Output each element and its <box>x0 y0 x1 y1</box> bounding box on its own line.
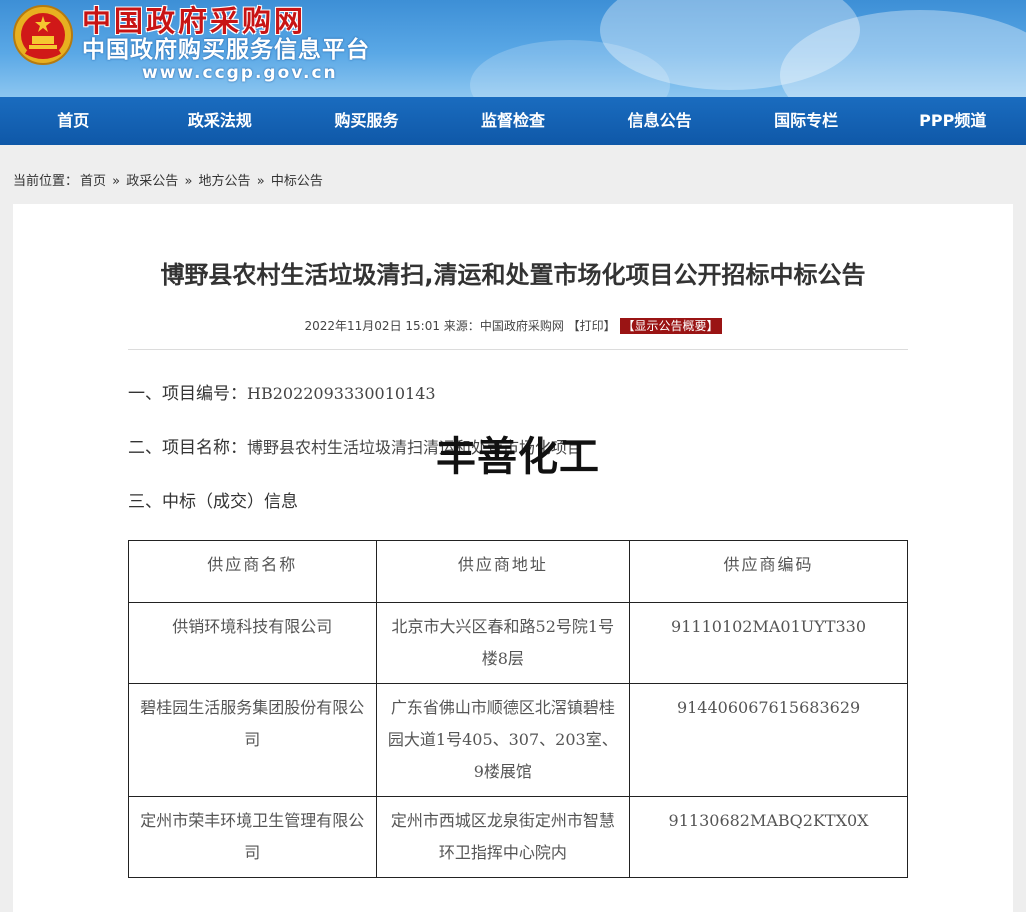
supplier-code-cell: 914406067615683629 <box>629 683 908 797</box>
project-name-label: 二、项目名称： <box>128 438 247 458</box>
table-row: 供销环境科技有限公司 北京市大兴区春和路52号院1号楼8层 91110102MA… <box>128 602 908 684</box>
site-header: 中国政府采购网 中国政府购买服务信息平台 www.ccgp.gov.cn <box>0 0 1026 97</box>
suppliers-table: 供应商名称 供应商地址 供应商编码 供销环境科技有限公司 北京市大兴区春和路52… <box>128 540 908 878</box>
supplier-address-cell: 广东省佛山市顺德区北滘镇碧桂园大道1号405、307、203室、9楼展馆 <box>375 683 631 797</box>
source-label: 来源： <box>443 319 480 333</box>
national-emblem-icon[interactable] <box>12 4 74 66</box>
breadcrumb-separator: » <box>184 174 193 189</box>
award-info-heading: 三、中标（成交）信息 <box>128 492 298 512</box>
nav-item-regulations[interactable]: 政采法规 <box>147 97 294 145</box>
table-row: 定州市荣丰环境卫生管理有限公司 定州市西城区龙泉街定州市智慧环卫指挥中心院内 9… <box>128 796 908 878</box>
supplier-name-cell: 碧桂园生活服务集团股份有限公司 <box>128 683 377 797</box>
nav-item-supervision[interactable]: 监督检查 <box>440 97 587 145</box>
project-number-row: 一、项目编号：HB2022093330010143 <box>128 383 436 405</box>
main-nav: 首页 政采法规 购买服务 监督检查 信息公告 国际专栏 PPP频道 <box>0 97 1026 145</box>
nav-item-announcements[interactable]: 信息公告 <box>586 97 733 145</box>
nav-item-purchase-services[interactable]: 购买服务 <box>293 97 440 145</box>
project-number-label: 一、项目编号： <box>128 384 247 404</box>
watermark-overlay: 丰善化工 <box>436 434 600 480</box>
breadcrumb-item-gov-announcements[interactable]: 政采公告 <box>126 174 178 189</box>
column-header-supplier-address: 供应商地址 <box>375 540 631 603</box>
supplier-address-cell: 定州市西城区龙泉街定州市智慧环卫指挥中心院内 <box>375 796 631 878</box>
nav-item-international[interactable]: 国际专栏 <box>733 97 880 145</box>
breadcrumb-label: 当前位置： <box>13 174 79 189</box>
table-header-row: 供应商名称 供应商地址 供应商编码 <box>128 540 908 603</box>
breadcrumb-item-local-announcements[interactable]: 地方公告 <box>199 174 251 189</box>
supplier-code-cell: 91110102MA01UYT330 <box>629 602 908 684</box>
article-panel: 博野县农村生活垃圾清扫,清运和处置市场化项目公开招标中标公告 2022年11月0… <box>13 204 1013 912</box>
supplier-code-cell: 91130682MABQ2KTX0X <box>629 796 908 878</box>
article-title: 博野县农村生活垃圾清扫,清运和处置市场化项目公开招标中标公告 <box>160 261 866 289</box>
supplier-address-cell: 北京市大兴区春和路52号院1号楼8层 <box>375 602 631 684</box>
article-meta: 2022年11月02日 15:01 来源：中国政府采购网 【打印】 【显示公告概… <box>13 318 1013 334</box>
breadcrumb-item-home[interactable]: 首页 <box>80 174 106 189</box>
breadcrumb-item-award-announcements[interactable]: 中标公告 <box>271 174 323 189</box>
title-divider <box>128 349 908 350</box>
print-link[interactable]: 【打印】 <box>568 319 616 333</box>
site-url[interactable]: www.ccgp.gov.cn <box>142 62 338 84</box>
project-number-value: HB2022093330010143 <box>247 384 436 403</box>
nav-item-ppp[interactable]: PPP频道 <box>879 97 1026 145</box>
breadcrumb: 当前位置： 首页 » 政采公告 » 地方公告 » 中标公告 <box>13 173 325 191</box>
column-header-supplier-code: 供应商编码 <box>629 540 908 603</box>
supplier-name-cell: 定州市荣丰环境卫生管理有限公司 <box>128 796 377 878</box>
breadcrumb-separator: » <box>256 174 265 189</box>
show-summary-button[interactable]: 【显示公告概要】 <box>619 318 722 334</box>
breadcrumb-separator: » <box>112 174 121 189</box>
site-subtitle: 中国政府购买服务信息平台 <box>82 37 370 63</box>
site-title[interactable]: 中国政府采购网 <box>82 4 306 38</box>
supplier-name-cell: 供销环境科技有限公司 <box>128 602 377 684</box>
column-header-supplier-name: 供应商名称 <box>128 540 377 603</box>
nav-item-home[interactable]: 首页 <box>0 97 147 145</box>
table-row: 碧桂园生活服务集团股份有限公司 广东省佛山市顺德区北滘镇碧桂园大道1号405、3… <box>128 683 908 797</box>
source-name: 中国政府采购网 <box>479 319 564 333</box>
publish-datetime: 2022年11月02日 15:01 <box>304 319 440 333</box>
